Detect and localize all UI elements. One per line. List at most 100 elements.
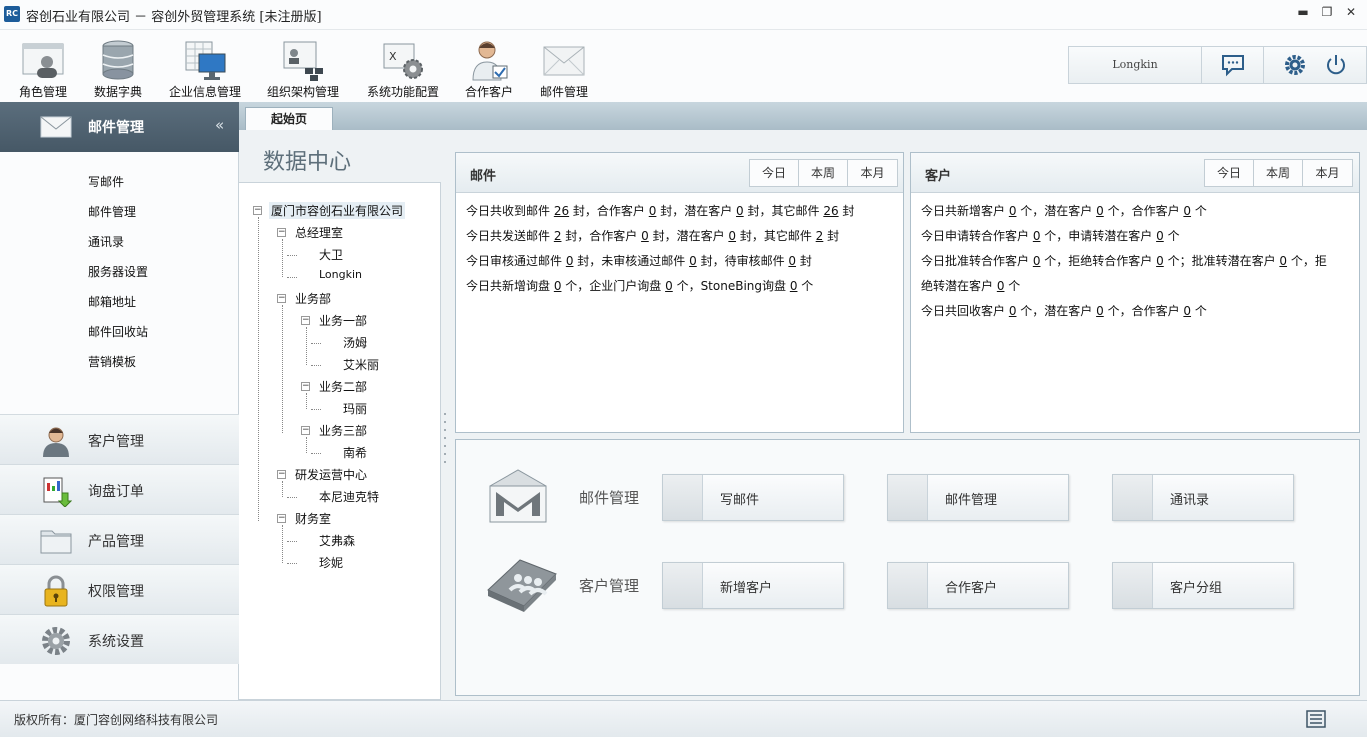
tree-node-member[interactable]: 艾弗森 bbox=[319, 532, 355, 549]
period-month-button[interactable]: 本月 bbox=[1303, 160, 1352, 186]
sidebar-group-customer[interactable]: 客户管理 bbox=[0, 414, 239, 464]
tree-node-member[interactable]: 大卫 bbox=[319, 246, 343, 263]
collapse-sidebar-button[interactable]: « bbox=[215, 116, 224, 134]
tree-node-member[interactable]: 本尼迪克特 bbox=[319, 488, 379, 505]
splitter-grip-icon[interactable] bbox=[443, 410, 447, 470]
tree-node-member[interactable]: 汤姆 bbox=[343, 334, 367, 351]
sidebar-active-group[interactable]: 邮件管理 « bbox=[0, 102, 239, 152]
button-icon-placeholder bbox=[663, 563, 703, 608]
status-bar: 版权所有：厦门容创网络科技有限公司 bbox=[0, 700, 1367, 737]
tree-toggle[interactable]: − bbox=[277, 228, 286, 237]
tree-node-root[interactable]: 厦门市容创石业有限公司 bbox=[269, 202, 406, 219]
toolbar-partner-button[interactable]: 合作客户 bbox=[458, 30, 520, 102]
period-week-button[interactable]: 本周 bbox=[1254, 160, 1303, 186]
button-icon-placeholder bbox=[1113, 475, 1153, 520]
left-sidebar: 邮件管理 « 写邮件 邮件管理 通讯录 服务器设置 邮箱地址 邮件回收站 营销模… bbox=[0, 102, 239, 700]
sidebar-group-permission[interactable]: 权限管理 bbox=[0, 564, 239, 614]
toolbar-mail-button[interactable]: 邮件管理 bbox=[532, 30, 596, 102]
logout-button[interactable] bbox=[1305, 46, 1367, 84]
toolbar-dictionary-button[interactable]: 数据字典 bbox=[84, 30, 152, 102]
tree-node-dept[interactable]: 总经理室 bbox=[295, 224, 343, 241]
sidebar-group-inquiry[interactable]: 询盘订单 bbox=[0, 464, 239, 514]
toolbar-org-button[interactable]: 组织架构管理 bbox=[262, 30, 344, 102]
sidebar-item-compose[interactable]: 写邮件 bbox=[88, 173, 124, 190]
tab-start-page[interactable]: 起始页 bbox=[245, 107, 333, 130]
tree-node-member[interactable]: 珍妮 bbox=[319, 554, 343, 571]
quick-contacts-button[interactable]: 通讯录 bbox=[1112, 474, 1294, 521]
panel-header: 客户 今日 本周 本月 bbox=[911, 153, 1359, 193]
tree-node-member[interactable]: 南希 bbox=[343, 444, 367, 461]
sidebar-item-contacts[interactable]: 通讯录 bbox=[88, 233, 124, 250]
folder-icon bbox=[40, 530, 72, 554]
toolbar-enterprise-button[interactable]: 企业信息管理 bbox=[164, 30, 246, 102]
quick-button-label: 邮件管理 bbox=[945, 493, 998, 508]
sidebar-group-label: 询盘订单 bbox=[88, 484, 144, 500]
tree-node-member[interactable]: 艾米丽 bbox=[343, 356, 379, 373]
tree-node-member[interactable]: 玛丽 bbox=[343, 400, 367, 417]
customer-stat-line: 今日共新增客户 0 个，潜在客户 0 个，合作客户 0 个 bbox=[921, 204, 1207, 218]
tree-node-dept[interactable]: 业务部 bbox=[295, 290, 331, 307]
mail-stat-line: 今日共发送邮件 2 封，合作客户 0 封，潜在客户 0 封，其它邮件 2 封 bbox=[466, 229, 840, 243]
lock-icon bbox=[44, 575, 68, 607]
current-user-display[interactable]: Longkin bbox=[1068, 46, 1202, 84]
tree-toggle[interactable]: − bbox=[277, 514, 286, 523]
tree-toggle[interactable]: − bbox=[301, 426, 310, 435]
sidebar-item-marketing-template[interactable]: 营销模板 bbox=[88, 353, 136, 370]
toolbar-label: 合作客户 bbox=[464, 85, 513, 99]
sidebar-item-server-settings[interactable]: 服务器设置 bbox=[88, 263, 148, 280]
quick-button-label: 合作客户 bbox=[945, 581, 998, 596]
message-icon bbox=[1221, 55, 1244, 77]
quick-partner-customer-button[interactable]: 合作客户 bbox=[887, 562, 1069, 609]
toolbar-label: 系统功能配置 bbox=[366, 85, 439, 99]
quick-compose-button[interactable]: 写邮件 bbox=[662, 474, 844, 521]
period-month-button[interactable]: 本月 bbox=[848, 160, 897, 186]
minimize-button[interactable]: ▬ bbox=[1292, 2, 1314, 22]
window-title: 容创石业有限公司 － 容创外贸管理系统 [未注册版] bbox=[26, 10, 322, 25]
period-selector: 今日 本周 本月 bbox=[749, 159, 898, 187]
close-button[interactable]: ✕ bbox=[1340, 2, 1362, 22]
tree-node-subdept[interactable]: 业务一部 bbox=[319, 312, 367, 329]
toolbar-label: 企业信息管理 bbox=[168, 85, 241, 99]
tree-toggle[interactable]: − bbox=[277, 470, 286, 479]
mail-stats-panel: 邮件 今日 本周 本月 今日共收到邮件 26 封，合作客户 0 封，潜在客户 0… bbox=[455, 152, 904, 433]
quick-mail-manage-button[interactable]: 邮件管理 bbox=[887, 474, 1069, 521]
maximize-button[interactable]: ❐ bbox=[1316, 2, 1338, 22]
sidebar-group-product[interactable]: 产品管理 bbox=[0, 514, 239, 564]
customer-stat-line: 今日批准转合作客户 0 个，拒绝转合作客户 0 个；批准转潜在客户 0 个，拒 bbox=[921, 254, 1327, 268]
quick-button-label: 写邮件 bbox=[720, 493, 760, 508]
gear-icon bbox=[1284, 55, 1305, 75]
sidebar-item-mail-manage[interactable]: 邮件管理 bbox=[88, 203, 136, 220]
panel-title: 邮件 bbox=[470, 169, 497, 184]
quick-button-label: 通讯录 bbox=[1170, 493, 1210, 508]
app-logo-icon: RC bbox=[4, 6, 20, 22]
org-tree: − 厦门市容创石业有限公司 − 总经理室 大卫 Longkin − 业务部 − … bbox=[239, 182, 441, 700]
inquiry-icon bbox=[43, 477, 72, 507]
period-week-button[interactable]: 本周 bbox=[799, 160, 848, 186]
toolbar-role-button[interactable]: 角色管理 bbox=[8, 30, 78, 102]
sidebar-item-mail-recycle[interactable]: 邮件回收站 bbox=[88, 323, 148, 340]
period-today-button[interactable]: 今日 bbox=[1205, 160, 1254, 186]
tree-node-dept[interactable]: 财务室 bbox=[295, 510, 331, 527]
quick-add-customer-button[interactable]: 新增客户 bbox=[662, 562, 844, 609]
tree-toggle[interactable]: − bbox=[301, 382, 310, 391]
toolbar-config-button[interactable]: X 系统功能配置 bbox=[362, 30, 444, 102]
toolbar-label: 邮件管理 bbox=[539, 85, 588, 99]
toolbar-label: 数据字典 bbox=[93, 85, 142, 99]
tree-toggle[interactable]: − bbox=[253, 206, 262, 215]
sidebar-group-label: 系统设置 bbox=[88, 634, 144, 650]
tree-node-subdept[interactable]: 业务三部 bbox=[319, 422, 367, 439]
quick-customer-group-button[interactable]: 客户分组 bbox=[1112, 562, 1294, 609]
tree-node-dept[interactable]: 研发运营中心 bbox=[295, 466, 367, 483]
message-button[interactable] bbox=[1202, 46, 1264, 84]
list-icon[interactable] bbox=[1306, 710, 1326, 728]
svg-text:X: X bbox=[389, 50, 397, 63]
tree-toggle[interactable]: − bbox=[277, 294, 286, 303]
sidebar-item-mailbox-address[interactable]: 邮箱地址 bbox=[88, 293, 136, 310]
tree-toggle[interactable]: − bbox=[301, 316, 310, 325]
tree-node-subdept[interactable]: 业务二部 bbox=[319, 378, 367, 395]
tree-node-member[interactable]: Longkin bbox=[319, 268, 362, 281]
role-icon bbox=[22, 43, 64, 78]
sidebar-group-system[interactable]: 系统设置 bbox=[0, 614, 239, 664]
period-today-button[interactable]: 今日 bbox=[750, 160, 799, 186]
power-icon bbox=[1326, 55, 1345, 75]
